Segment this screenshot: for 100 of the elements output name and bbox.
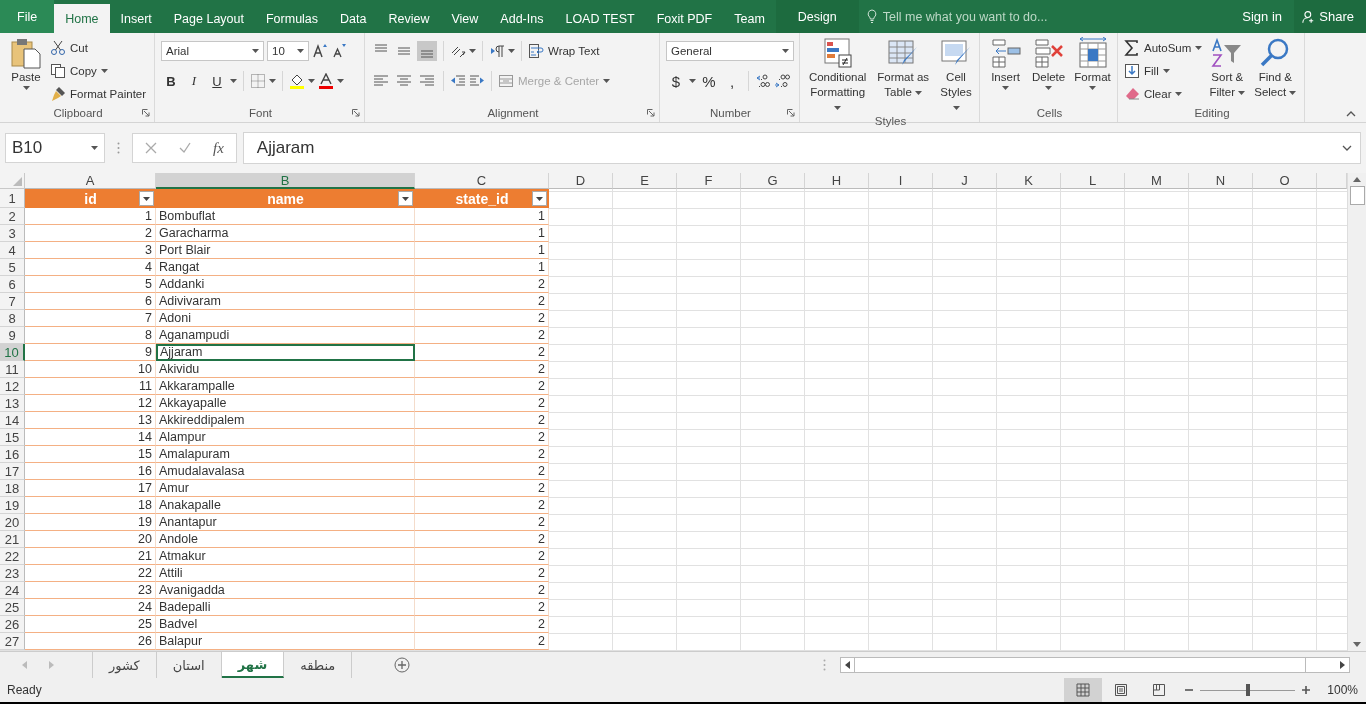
dialog-launcher-icon[interactable] bbox=[787, 109, 795, 117]
number-format-dropdown[interactable]: General bbox=[666, 41, 794, 61]
row-header[interactable]: 2 bbox=[0, 208, 25, 225]
row-header[interactable]: 13 bbox=[0, 395, 25, 412]
row-header[interactable]: 1 bbox=[0, 189, 25, 208]
ribbon-tab[interactable]: Page Layout bbox=[162, 4, 255, 33]
column-header[interactable]: I bbox=[869, 173, 933, 189]
row-header[interactable]: 18 bbox=[0, 480, 25, 497]
ribbon-tab[interactable]: Data bbox=[329, 4, 378, 33]
column-header[interactable]: G bbox=[741, 173, 805, 189]
row-header[interactable]: 9 bbox=[0, 327, 25, 344]
ribbon-tab[interactable]: Foxit PDF bbox=[645, 4, 724, 33]
row-header[interactable]: 26 bbox=[0, 616, 25, 633]
column-header[interactable]: K bbox=[997, 173, 1061, 189]
increase-indent-icon[interactable] bbox=[469, 73, 485, 89]
copy-button[interactable]: Copy bbox=[50, 60, 147, 81]
text-direction-icon[interactable] bbox=[489, 43, 505, 59]
splitter-handle-icon[interactable] bbox=[823, 659, 826, 671]
ribbon-tab[interactable]: Team bbox=[723, 4, 776, 33]
row-header[interactable]: 5 bbox=[0, 259, 25, 276]
filter-button[interactable] bbox=[532, 191, 547, 206]
ribbon-tab[interactable]: Home bbox=[54, 4, 110, 33]
format-cells-button[interactable]: Format bbox=[1072, 37, 1113, 90]
decrease-font-size-icon[interactable] bbox=[331, 43, 347, 59]
scroll-down-icon[interactable] bbox=[1353, 642, 1361, 647]
cut-button[interactable]: Cut bbox=[50, 37, 147, 58]
row-header[interactable]: 7 bbox=[0, 293, 25, 310]
scroll-right-icon[interactable] bbox=[1340, 661, 1345, 669]
column-header[interactable]: F bbox=[677, 173, 741, 189]
zoom-slider-thumb[interactable] bbox=[1245, 684, 1250, 696]
clear-button[interactable]: Clear bbox=[1124, 83, 1203, 104]
checkmark-icon[interactable] bbox=[179, 142, 191, 154]
scroll-up-icon[interactable] bbox=[1353, 177, 1361, 182]
filter-button[interactable] bbox=[139, 191, 154, 206]
ribbon-tab[interactable]: LOAD TEST bbox=[554, 4, 646, 33]
sort-and-filter-button[interactable]: Sort & Filter bbox=[1206, 37, 1249, 100]
insert-cells-button[interactable]: Insert bbox=[986, 37, 1026, 90]
formula-input[interactable]: Ajjaram bbox=[242, 132, 1361, 164]
column-header[interactable]: H bbox=[805, 173, 869, 189]
row-header[interactable]: 14 bbox=[0, 412, 25, 429]
ribbon-tab[interactable]: Design bbox=[775, 0, 859, 33]
fill-button[interactable]: Fill bbox=[1124, 60, 1203, 81]
autosum-button[interactable]: AutoSum bbox=[1124, 37, 1203, 58]
italic-button[interactable]: I bbox=[184, 71, 204, 91]
decrease-indent-icon[interactable] bbox=[450, 73, 466, 89]
ribbon-tab[interactable]: Review bbox=[377, 4, 441, 33]
column-header[interactable]: O bbox=[1253, 173, 1317, 189]
row-header[interactable]: 25 bbox=[0, 599, 25, 616]
chevron-down-icon[interactable] bbox=[1342, 145, 1352, 151]
find-and-select-button[interactable]: Find & Select bbox=[1252, 37, 1299, 100]
row-header[interactable]: 22 bbox=[0, 548, 25, 565]
dialog-launcher-icon[interactable] bbox=[647, 109, 655, 117]
column-header[interactable]: N bbox=[1189, 173, 1253, 189]
row-header[interactable]: 15 bbox=[0, 429, 25, 446]
delete-cells-button[interactable]: Delete bbox=[1029, 37, 1069, 90]
conditional-formatting-button[interactable]: Conditional Formatting bbox=[806, 37, 870, 115]
insert-function-button[interactable]: fx bbox=[213, 139, 224, 157]
decrease-decimal-icon[interactable] bbox=[774, 73, 790, 89]
dialog-launcher-icon[interactable] bbox=[142, 109, 150, 117]
tell-me-field[interactable]: Tell me what you want to do... bbox=[882, 9, 1133, 24]
row-header[interactable]: 27 bbox=[0, 633, 25, 650]
column-header[interactable]: L bbox=[1061, 173, 1125, 189]
row-header[interactable]: 20 bbox=[0, 514, 25, 531]
sign-in-link[interactable]: Sign in bbox=[1230, 0, 1294, 33]
bold-button[interactable]: B bbox=[161, 71, 181, 91]
increase-font-size-icon[interactable] bbox=[312, 43, 328, 59]
row-header[interactable]: 12 bbox=[0, 378, 25, 395]
column-header[interactable]: E bbox=[613, 173, 677, 189]
row-header[interactable]: 11 bbox=[0, 361, 25, 378]
font-family-dropdown[interactable]: Arial bbox=[161, 41, 264, 61]
scroll-left-icon[interactable] bbox=[845, 661, 850, 669]
dialog-launcher-icon[interactable] bbox=[352, 109, 360, 117]
font-color-icon[interactable] bbox=[318, 73, 334, 89]
row-header[interactable]: 24 bbox=[0, 582, 25, 599]
row-header[interactable]: 6 bbox=[0, 276, 25, 293]
collapse-ribbon-icon[interactable] bbox=[1346, 111, 1356, 117]
row-header[interactable]: 10 bbox=[0, 344, 25, 361]
scrollbar-thumb[interactable] bbox=[854, 658, 1306, 672]
ribbon-tab[interactable]: Insert bbox=[109, 4, 163, 33]
currency-button[interactable]: $ bbox=[666, 71, 686, 91]
format-painter-button[interactable]: Format Painter bbox=[50, 83, 147, 104]
column-header[interactable]: J bbox=[933, 173, 997, 189]
row-header[interactable]: 16 bbox=[0, 446, 25, 463]
cell-styles-button[interactable]: Cell Styles bbox=[937, 37, 975, 115]
share-button[interactable]: Share bbox=[1294, 0, 1366, 33]
vertical-scrollbar[interactable] bbox=[1347, 173, 1366, 651]
fill-color-icon[interactable] bbox=[289, 73, 305, 89]
horizontal-scrollbar[interactable] bbox=[840, 657, 1350, 673]
ribbon-tab[interactable]: Add-Ins bbox=[489, 4, 555, 33]
font-size-dropdown[interactable]: 10 bbox=[267, 41, 309, 61]
column-header[interactable]: B bbox=[156, 173, 415, 189]
row-header[interactable]: 3 bbox=[0, 225, 25, 242]
row-header[interactable]: 17 bbox=[0, 463, 25, 480]
format-as-table-button[interactable]: Format as Table bbox=[873, 37, 933, 100]
comma-style-button[interactable]: , bbox=[722, 71, 742, 91]
ribbon-tab[interactable]: Formulas bbox=[254, 4, 330, 33]
row-header[interactable]: 21 bbox=[0, 531, 25, 548]
increase-decimal-icon[interactable] bbox=[755, 73, 771, 89]
wrap-text-button[interactable]: Wrap Text bbox=[528, 40, 600, 62]
row-header[interactable]: 8 bbox=[0, 310, 25, 327]
